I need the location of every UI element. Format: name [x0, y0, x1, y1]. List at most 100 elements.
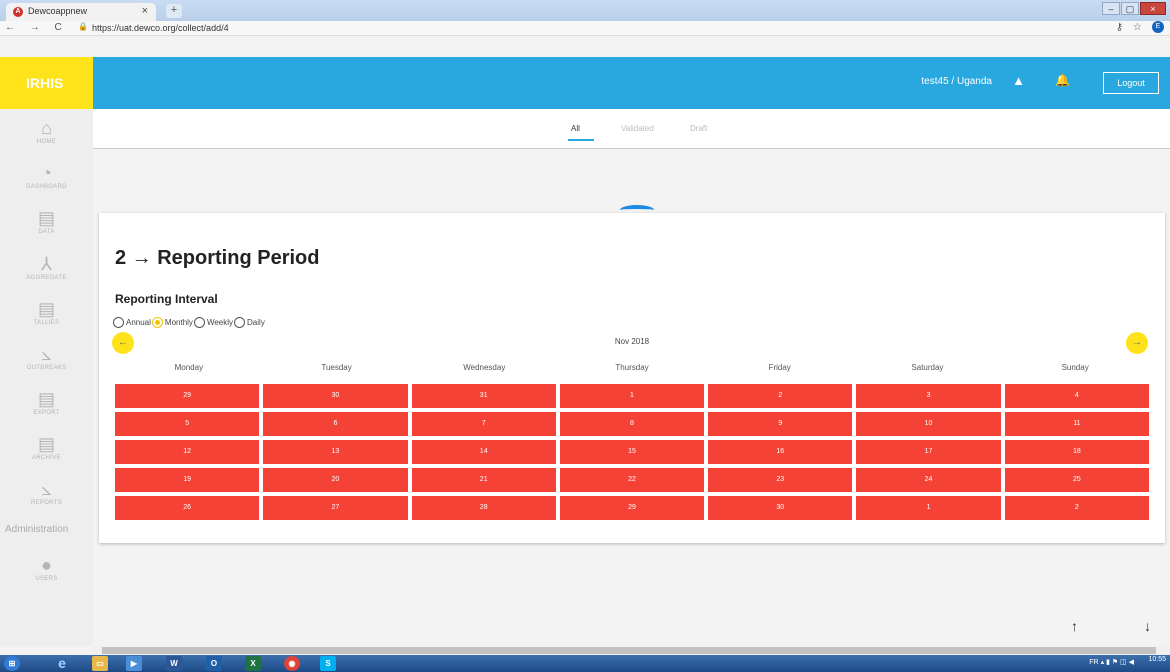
sidebar-item-export[interactable]: ▤ EXPORT [0, 388, 93, 416]
calendar-day[interactable]: 19 [115, 468, 260, 492]
warning-icon[interactable]: ▲ [1012, 73, 1025, 88]
sidebar-item-aggregate[interactable]: ⅄ AGGREGATE [0, 253, 93, 281]
calendar-day[interactable]: 7 [411, 412, 556, 436]
calendar-day[interactable]: 28 [411, 496, 556, 520]
calendar-day[interactable]: 29 [115, 384, 260, 408]
maximize-button[interactable]: ▢ [1121, 2, 1139, 15]
sidebar-item-users[interactable]: ● USERS [0, 554, 93, 582]
window-close-button[interactable]: × [1140, 2, 1166, 15]
calendar-day[interactable]: 20 [263, 468, 408, 492]
document-icon: ▤ [37, 434, 55, 454]
calendar-day[interactable]: 23 [708, 468, 853, 492]
calendar-day[interactable]: 2 [1004, 496, 1149, 520]
new-tab-button[interactable]: + [166, 4, 182, 18]
calendar-day[interactable]: 2 [708, 384, 853, 408]
ie-icon[interactable]: e [54, 656, 70, 671]
calendar-day[interactable]: 25 [1004, 468, 1149, 492]
calendar-day[interactable]: 1 [856, 496, 1001, 520]
calendar-day[interactable]: 21 [411, 468, 556, 492]
outlook-icon[interactable]: O [206, 656, 222, 671]
sidebar-item-home[interactable]: ⌂ HOME [0, 117, 93, 145]
calendar-day[interactable]: 5 [115, 412, 260, 436]
skype-icon[interactable]: S [320, 656, 336, 671]
calendar-day[interactable]: 11 [1004, 412, 1149, 436]
bell-icon[interactable]: 🔔 [1055, 73, 1070, 87]
sidebar-item-archive[interactable]: ▤ ARCHIVE [0, 433, 93, 461]
calendar-day[interactable]: 4 [1004, 384, 1149, 408]
horizontal-scrollbar[interactable] [93, 646, 1170, 655]
word-icon[interactable]: W [166, 656, 182, 671]
tab-draft[interactable]: Draft [690, 124, 707, 133]
sidebar-item-dashboard[interactable]: ◔ DASHBOARD [0, 162, 93, 190]
radio-monthly[interactable]: Monthly [151, 317, 193, 328]
radio-button[interactable] [113, 317, 124, 328]
calendar-day[interactable]: 15 [559, 440, 705, 464]
radio-button[interactable] [193, 317, 205, 328]
minimize-button[interactable]: – [1102, 2, 1120, 15]
sidebar-item-outbreaks[interactable]: ⦣ OUTBREAKS [0, 343, 93, 371]
radio-daily[interactable]: Daily [234, 317, 265, 328]
calendar-day[interactable]: 18 [1004, 440, 1149, 464]
calendar-day[interactable]: 30 [708, 496, 853, 520]
brand-logo[interactable]: IRHIS [0, 57, 93, 109]
sidebar-item-reports[interactable]: ⦣ REPORTS [0, 478, 93, 506]
calendar-day[interactable]: 8 [559, 412, 705, 436]
logout-button[interactable]: Logout [1103, 72, 1159, 94]
next-month-button[interactable]: → [1126, 332, 1148, 354]
browser-nav-icons[interactable]: ← → C [5, 22, 68, 33]
calendar-day[interactable]: 6 [263, 412, 408, 436]
weekday-label: Wednesday [463, 363, 506, 372]
folder-icon[interactable]: ▭ [92, 656, 108, 671]
system-tray[interactable]: FR ▴ ▮ ⚑ ◫ ◀ [1089, 658, 1134, 666]
weekday-label: Monday [174, 363, 204, 372]
profile-avatar[interactable]: E [1152, 21, 1164, 33]
administration-label: Administration [5, 524, 69, 535]
calendar-day[interactable]: 27 [263, 496, 408, 520]
calendar-day[interactable]: 29 [559, 496, 705, 520]
user-location[interactable]: test45 / Uganda [921, 76, 992, 87]
chrome-icon[interactable]: ◉ [284, 656, 300, 671]
calendar-day[interactable]: 1 [559, 384, 705, 408]
radio-weekly[interactable]: Weekly [193, 317, 233, 328]
sidebar-item-tallies[interactable]: ▤ TALLIES [0, 298, 93, 326]
scroll-controls: ↑ ↓ [1071, 618, 1151, 634]
scrollbar-thumb[interactable] [102, 647, 1156, 654]
sidebar-item-data[interactable]: ▤ DATA [0, 207, 93, 235]
dashboard-icon: ◔ [41, 163, 52, 183]
calendar-day[interactable]: 17 [856, 440, 1001, 464]
excel-icon[interactable]: X [245, 656, 261, 671]
calendar-day[interactable]: 9 [708, 412, 853, 436]
url-field[interactable]: https://uat.dewco.org/collect/add/4 [92, 23, 229, 33]
calendar-grid: 29 30 31 1 2 3 4 5 6 7 8 9 10 11 12 13 14 15 16 17 18 19 20 21 2… [115, 384, 1149, 520]
home-icon: ⌂ [41, 118, 52, 138]
key-icon[interactable]: ⚷ [1116, 22, 1123, 33]
lock-icon: 🔒 [78, 22, 88, 31]
calendar-day[interactable]: 10 [856, 412, 1001, 436]
browser-tab[interactable]: A Dewcoappnew × [6, 3, 156, 21]
calendar-day[interactable]: 30 [263, 384, 408, 408]
calendar-day[interactable]: 22 [559, 468, 705, 492]
calendar-day[interactable]: 13 [263, 440, 408, 464]
clock[interactable]: 10:55 [1148, 656, 1166, 664]
radio-annual[interactable]: Annual [113, 317, 151, 328]
radio-button-selected[interactable] [151, 317, 163, 328]
tab-validated[interactable]: Validated [621, 124, 654, 133]
media-icon[interactable]: ▶ [126, 656, 142, 671]
calendar-day[interactable]: 26 [115, 496, 260, 520]
calendar-day[interactable]: 16 [708, 440, 853, 464]
start-icon[interactable]: ⊞ [4, 656, 20, 671]
calendar-day[interactable]: 12 [115, 440, 260, 464]
calendar-day[interactable]: 24 [856, 468, 1001, 492]
document-icon: ▤ [37, 299, 55, 319]
tab-all[interactable]: All [571, 124, 580, 133]
windows-taskbar: ⊞ e ▭ ▶ W O X ◉ S FR ▴ ▮ ⚑ ◫ ◀ 10:55 [0, 655, 1170, 672]
scroll-up-icon[interactable]: ↑ [1071, 618, 1078, 634]
radio-button[interactable] [234, 317, 246, 328]
browser-tab-title: Dewcoappnew [28, 6, 88, 16]
calendar-day[interactable]: 3 [856, 384, 1001, 408]
scroll-down-icon[interactable]: ↓ [1144, 618, 1151, 634]
tab-close-icon[interactable]: × [142, 5, 148, 17]
calendar-day[interactable]: 31 [411, 384, 556, 408]
star-icon[interactable]: ☆ [1133, 22, 1142, 33]
calendar-day[interactable]: 14 [411, 440, 556, 464]
